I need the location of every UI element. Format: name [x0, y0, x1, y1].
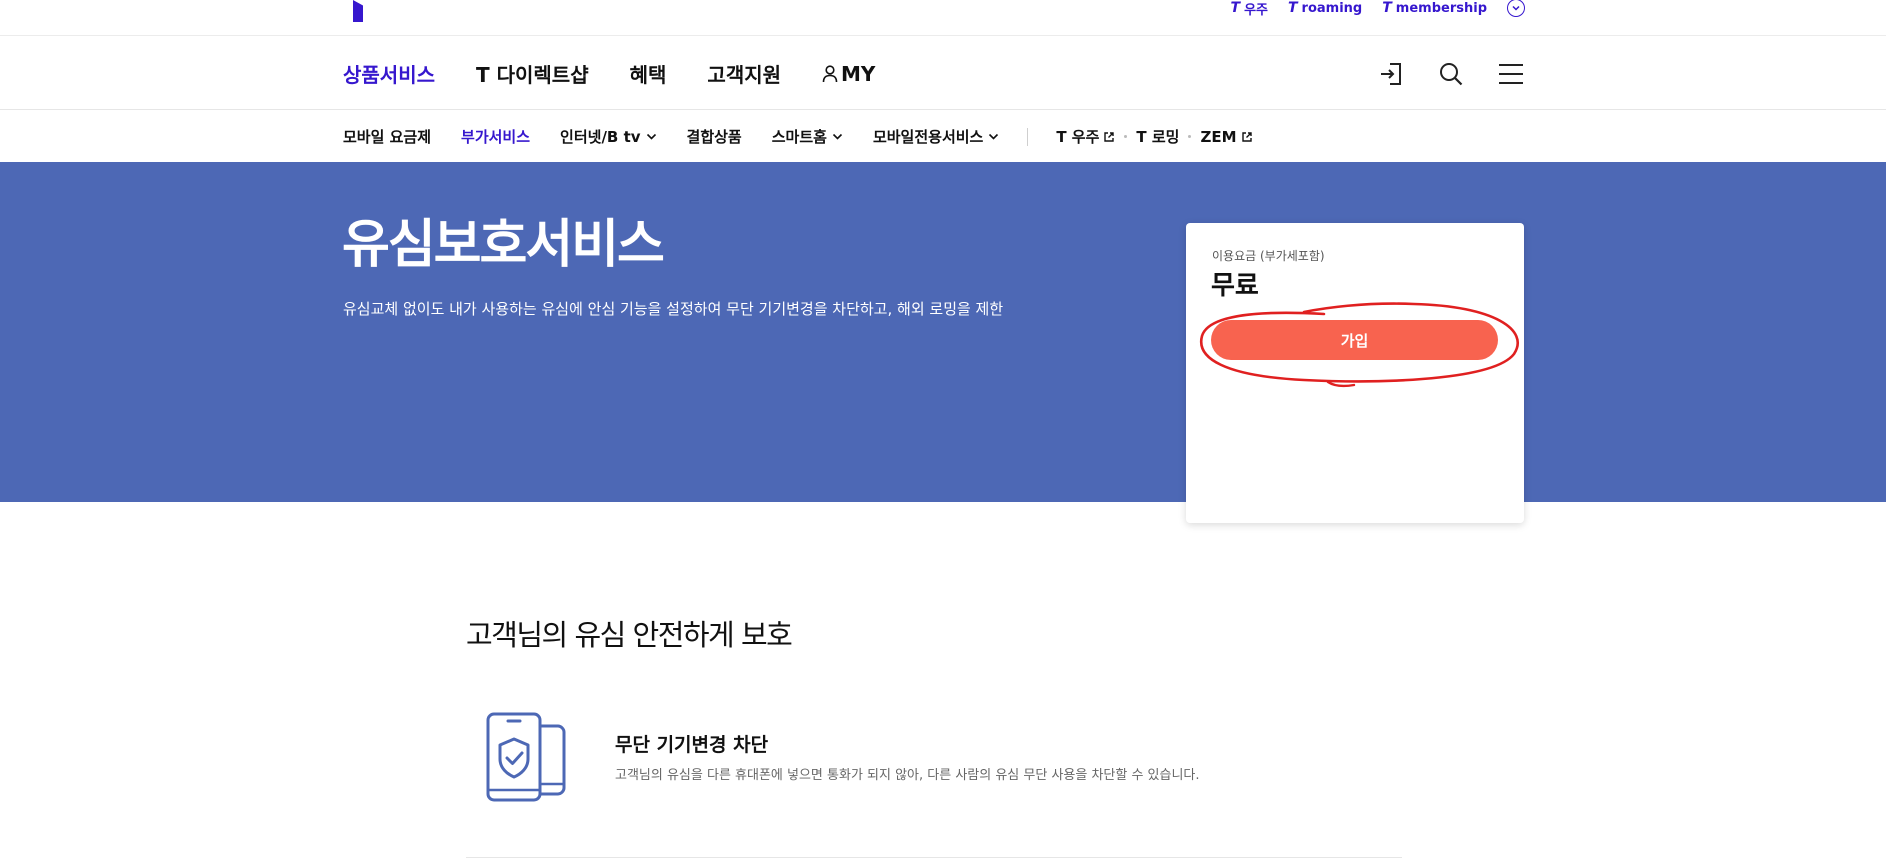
subnav-item-mobile-plans[interactable]: 모바일 요금제 — [343, 126, 431, 147]
subnav-item-label: 모바일 요금제 — [343, 128, 432, 146]
subnav-item-label: 결합상품 — [686, 128, 742, 146]
separator-dot — [1188, 135, 1192, 138]
subnav-item-label: 스마트홈 — [771, 128, 827, 146]
person-icon — [822, 64, 838, 82]
divider — [466, 857, 1402, 858]
main-navigation: 상품서비스 T 다이렉트샵 혜택 고객지원 MY — [0, 37, 1886, 110]
util-link-roaming[interactable]: T roaming — [1288, 0, 1362, 16]
subnav-item-label: 부가서비스 — [461, 128, 531, 146]
subnav-ext-label: T 로밍 — [1136, 128, 1180, 146]
subnav-ext-roaming[interactable]: T 로밍 — [1136, 126, 1179, 147]
subnav-item-bundles[interactable]: 결합상품 — [687, 126, 742, 147]
login-icon[interactable] — [1378, 61, 1404, 87]
subnav-ext-universe[interactable]: T 우주 — [1056, 126, 1115, 147]
external-link-icon — [1104, 131, 1115, 142]
subnav-item-internet-btv[interactable]: 인터넷/B tv — [560, 126, 656, 147]
subnav-ext-label: ZEM — [1200, 127, 1237, 146]
hero-description: 유심교체 없이도 내가 사용하는 유심에 안심 기능을 설정하여 무단 기기변경… — [343, 300, 1004, 318]
util-link-prefix: T — [1382, 0, 1392, 16]
separator-dot — [1124, 135, 1128, 138]
subnav-item-mobile-only[interactable]: 모바일전용서비스 — [873, 126, 999, 147]
chevron-down-icon — [646, 133, 656, 140]
menu-icon[interactable] — [1498, 61, 1524, 87]
page-title: 유심보호서비스 — [342, 215, 665, 275]
subnav-ext-label: T 우주 — [1056, 128, 1100, 146]
chevron-down-icon — [989, 133, 999, 140]
phone-shield-icon — [486, 712, 566, 802]
util-link-membership[interactable]: T membership — [1382, 0, 1487, 16]
subnav-divider — [1027, 127, 1029, 146]
gnb-item-my[interactable]: MY — [822, 62, 875, 86]
subnav-ext-zem[interactable]: ZEM — [1200, 128, 1252, 146]
utility-bar: T 우주 T roaming T membership — [0, 0, 1886, 36]
util-link-label: roaming — [1301, 0, 1363, 16]
hero-banner: 유심보호서비스 유심교체 없이도 내가 사용하는 유심에 안심 기능을 설정하여… — [0, 162, 1886, 502]
utility-links: T 우주 T roaming T membership — [1231, 0, 1525, 18]
chevron-down-icon[interactable] — [1507, 0, 1525, 17]
subnav-item-label: 인터넷/B tv — [560, 128, 641, 146]
feature-title: 무단 기기변경 차단 — [615, 734, 769, 756]
util-link-prefix: T — [1287, 0, 1298, 16]
subnav-item-addon-services[interactable]: 부가서비스 — [461, 126, 530, 147]
price-label: 이용요금 (부가세포함) — [1212, 249, 1325, 263]
subnav-item-label: 모바일전용서비스 — [872, 128, 984, 146]
feature-description: 고객님의 유심을 다른 휴대폰에 넣으면 통화가 되지 않아, 다른 사람의 유… — [615, 768, 1200, 783]
section-title: 고객님의 유심 안전하게 보호 — [466, 618, 793, 652]
price-value: 무료 — [1211, 271, 1259, 301]
external-link-icon — [1241, 131, 1252, 142]
util-link-universe[interactable]: T 우주 — [1231, 0, 1268, 18]
sub-navigation: 모바일 요금제 부가서비스 인터넷/B tv 결합상품 스마트홈 모바일전용서비… — [0, 111, 1886, 162]
util-link-label: membership — [1395, 0, 1487, 16]
logo-icon[interactable] — [353, 0, 363, 22]
gnb-item-support[interactable]: 고객지원 — [707, 59, 781, 88]
util-link-prefix: T — [1230, 0, 1241, 16]
chevron-down-icon — [832, 133, 843, 140]
join-button[interactable]: 가입 — [1211, 320, 1498, 360]
util-link-label: 우주 — [1244, 2, 1268, 18]
subnav-item-smarthome[interactable]: 스마트홈 — [772, 126, 843, 147]
price-card: 이용요금 (부가세포함) 무료 가입 — [1186, 223, 1524, 523]
search-icon[interactable] — [1438, 61, 1464, 87]
gnb-item-direct-shop[interactable]: T 다이렉트샵 — [476, 59, 589, 88]
gnb-my-label: MY — [841, 61, 876, 86]
gnb-item-products[interactable]: 상품서비스 — [343, 59, 435, 88]
gnb-item-benefits[interactable]: 혜택 — [630, 59, 667, 88]
